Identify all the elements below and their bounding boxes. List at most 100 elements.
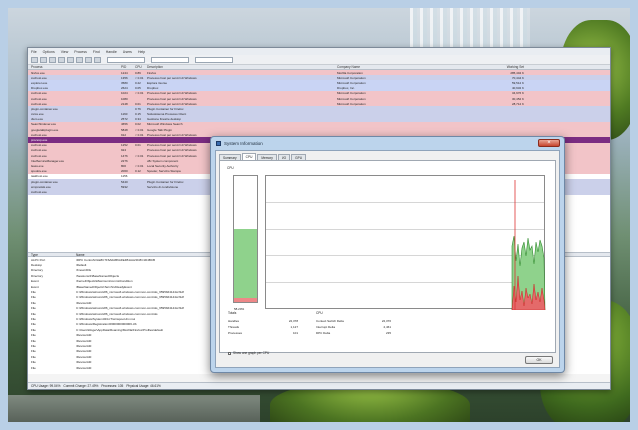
context-switch-label: Context Switch Delta [316, 319, 344, 323]
process-row[interactable]: explorer.exe 3580 0.22 Esplora risorse Micro… [28, 80, 610, 86]
process-cpu: < 0.01 [135, 163, 144, 168]
process-name: svchost.exe [31, 96, 47, 101]
status-bar: CPU Usage: 99.04% Commit Charge: 27.49% … [28, 382, 610, 389]
process-description: Processo host per servizi di Windows [147, 101, 197, 106]
target-icon[interactable] [94, 56, 101, 63]
process-description: Processo host per servizi di Windows [147, 96, 197, 101]
cpu-mini-graph[interactable] [107, 56, 145, 63]
process-name: explorer.exe [31, 80, 48, 85]
process-name: spoolsv.exe [31, 169, 47, 174]
system-information-dialog: System Information × Summary CPU Memory … [210, 136, 565, 373]
find-icon[interactable] [85, 56, 92, 63]
col-working-set[interactable]: Working Set [467, 65, 527, 69]
handle-type: File [31, 333, 36, 338]
col-process[interactable]: Process [31, 65, 121, 69]
process-pid: 912 [121, 132, 127, 137]
process-row[interactable]: svchost.exe 1024 < 0.01 Processo host per s… [28, 90, 610, 96]
show-one-graph-checkbox[interactable] [228, 351, 231, 355]
handle-type: File [31, 360, 36, 365]
menu-handle[interactable]: Handle [106, 50, 117, 54]
process-name: svchost.exe [31, 91, 47, 96]
process-cpu: 0.34 [135, 117, 141, 122]
process-row[interactable]: Dropbox.exe 2624 0.05 Dropbox Dropbox, Inc. 4… [28, 85, 610, 91]
process-pid: 5848 [121, 127, 128, 132]
process-name: firefox.exe [31, 70, 45, 75]
handle-type: File [31, 327, 36, 332]
menu-file[interactable]: File [31, 50, 37, 54]
process-name: IntelServiceManager.exe [31, 158, 65, 163]
menu-help[interactable]: Help [138, 50, 145, 54]
process-pid: 2148 [121, 101, 128, 106]
process-cpu: < 0.01 [135, 127, 144, 132]
process-cpu: 0.22 [135, 80, 141, 85]
handle-type: ALPC Port [31, 257, 46, 262]
process-cpu: < 0.01 [135, 75, 144, 80]
ok-button[interactable]: OK [525, 356, 553, 364]
col-description[interactable]: Description [147, 65, 337, 69]
toolbar [28, 55, 610, 65]
menu-options[interactable]: Options [43, 50, 55, 54]
totals-threads-value: 1,127 [290, 325, 298, 329]
handle-type: Desktop [31, 263, 43, 268]
memory-mini-graph[interactable] [151, 56, 189, 63]
process-row[interactable]: svchost.exe 2148 0.01 Processo host per ser… [28, 101, 610, 107]
col-type[interactable]: Type [31, 253, 76, 257]
close-button[interactable]: × [538, 139, 560, 147]
kill-process-icon[interactable] [76, 56, 83, 63]
menu-process[interactable]: Process [74, 50, 87, 54]
handle-type: File [31, 349, 36, 354]
process-name: svchost.exe [31, 189, 47, 194]
menu-find[interactable]: Find [93, 50, 100, 54]
process-row[interactable]: svchost.exe 1356 < 0.01 Processo host per s… [28, 75, 610, 81]
totals-header: Totals [228, 311, 237, 315]
col-cpu[interactable]: CPU [135, 65, 147, 69]
menu-view[interactable]: View [61, 50, 69, 54]
process-cpu: 0.02 [135, 122, 141, 127]
process-row[interactable]: svchost.exe 1080 Processo host per servizi… [28, 95, 610, 102]
cpu-stats-header: CPU [316, 311, 323, 315]
show-one-graph-option[interactable]: Show one graph per CPU [228, 351, 269, 355]
handle-type: File [31, 300, 36, 305]
process-cpu: 0.15 [135, 112, 141, 117]
io-mini-graph[interactable] [195, 56, 233, 63]
process-row[interactable]: firefox.exe 1244 0.89 Firefox Mozilla Corpor… [28, 70, 610, 76]
process-description: Microsoft Windows Search [147, 122, 183, 127]
totals-threads-label: Threads [228, 325, 240, 329]
menu-users[interactable]: Users [123, 50, 132, 54]
handle-type: File [31, 306, 36, 311]
col-company[interactable]: Company Name [337, 65, 467, 69]
process-description: Esplora risorse [147, 80, 168, 85]
cpu-kernel-fill [234, 298, 257, 302]
process-working-set: 30,452 K [511, 96, 524, 101]
process-name: wmpnetwk.exe [31, 184, 51, 189]
refresh-icon[interactable] [40, 56, 47, 63]
handle-type: File [31, 343, 36, 348]
cpu-usage-meter [233, 175, 258, 303]
process-pid: 1160 [121, 112, 128, 117]
process-pid: 2276 [121, 158, 128, 163]
process-pid: 1476 [121, 153, 128, 158]
process-pid: 3580 [121, 80, 128, 85]
process-name: svchost.exe [31, 153, 47, 158]
totals-threads: Threads 1,127 [228, 325, 298, 329]
process-cpu: < 0.01 [135, 153, 144, 158]
tab-cpu[interactable]: CPU [241, 153, 257, 160]
properties-icon[interactable] [67, 56, 74, 63]
process-pid: 5440 [121, 179, 128, 184]
process-description: Google Talk Plugin [147, 127, 172, 132]
handle-type: File [31, 338, 36, 343]
process-company: Mozilla Corporation [337, 70, 363, 75]
dpc-label: DPC Delta [316, 331, 331, 335]
save-icon[interactable] [31, 56, 38, 63]
system-info-icon[interactable] [49, 56, 56, 63]
totals-handles: Handles 22,378 [228, 319, 298, 323]
dialog-titlebar[interactable]: System Information [211, 137, 564, 150]
tree-icon[interactable] [58, 56, 65, 63]
cpu-usage-fill [234, 228, 257, 302]
process-description: Dropbox [147, 86, 159, 91]
col-pid[interactable]: PID [121, 65, 135, 69]
cpu-usage-label: CPU [227, 166, 234, 170]
handle-type: File [31, 295, 36, 300]
process-cpu: 0.01 [135, 101, 141, 106]
process-name: svchost.exe [31, 148, 47, 153]
